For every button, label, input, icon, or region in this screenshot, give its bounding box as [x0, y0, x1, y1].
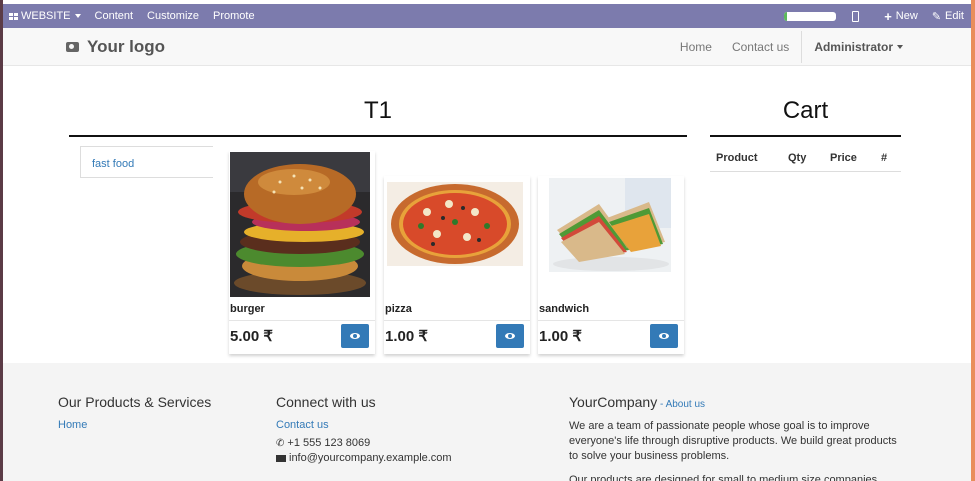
camera-icon	[66, 42, 79, 52]
view-product-button[interactable]	[496, 324, 524, 348]
footer-products-heading: Our Products & Services	[58, 394, 212, 410]
category-item[interactable]: fast food	[92, 158, 134, 170]
cart-col-price: Price	[830, 152, 857, 164]
product-divider	[538, 320, 684, 321]
apps-grid-icon	[9, 12, 18, 20]
footer-about-sep: -	[657, 399, 666, 410]
product-divider	[229, 320, 375, 321]
site-navbar: Your logo Home Contact us Administrator	[3, 28, 971, 66]
cart-table-header: Product Qty Price #	[710, 145, 901, 172]
footer-home-link[interactable]: Home	[58, 419, 211, 431]
pencil-icon: ✎	[931, 10, 942, 23]
product-divider	[384, 320, 530, 321]
shop-title-rule	[69, 135, 687, 137]
chevron-down-icon	[897, 45, 903, 49]
cart-col-actions: #	[881, 152, 888, 164]
website-menu[interactable]: WEBSITE	[3, 4, 88, 28]
footer-connect-heading: Connect with us	[276, 394, 376, 410]
nav-contact[interactable]: Contact us	[722, 28, 799, 66]
chevron-down-icon	[74, 14, 81, 18]
product-name[interactable]: burger	[230, 303, 265, 315]
pizza-image[interactable]	[387, 182, 523, 266]
eye-icon	[350, 333, 360, 339]
mobile-preview-icon[interactable]	[852, 10, 860, 22]
cart-title-rule	[710, 135, 901, 137]
site-logo[interactable]: Your logo	[66, 37, 165, 57]
category-list: fast food	[80, 146, 213, 178]
progress-bar	[784, 11, 837, 21]
burger-image[interactable]	[230, 152, 370, 297]
footer-about-link[interactable]: About us	[666, 399, 705, 410]
window-right-edge	[971, 0, 975, 481]
footer-email: info@yourcompany.example.com	[276, 452, 452, 464]
plus-icon: +	[884, 8, 892, 24]
new-button[interactable]: + New	[877, 4, 925, 28]
footer-email-text[interactable]: info@yourcompany.example.com	[289, 452, 452, 464]
shop-title: T1	[363, 97, 392, 124]
product-card-sandwich[interactable]: sandwich 1.00 ₹	[538, 176, 684, 354]
progress-fill	[784, 11, 787, 21]
product-name[interactable]: sandwich	[539, 303, 589, 315]
footer-company-heading: YourCompany - About us	[569, 394, 909, 410]
cart-col-qty: Qty	[788, 152, 807, 164]
promote-menu[interactable]: Promote	[206, 4, 262, 28]
footer-company-description-2: Our products are designed for small to m…	[569, 474, 878, 481]
eye-icon	[505, 333, 515, 339]
site-footer: Our Products & Services Home Connect wit…	[3, 363, 971, 481]
customize-menu[interactable]: Customize	[140, 4, 206, 28]
logo-text: Your logo	[87, 37, 166, 56]
view-product-button[interactable]	[341, 324, 369, 348]
user-menu-label: Administrator	[814, 40, 893, 54]
new-button-label: New	[895, 10, 918, 22]
footer-company-name: YourCompany	[569, 394, 658, 410]
sandwich-image[interactable]	[549, 178, 671, 272]
admin-topbar: WEBSITE Content Customize Promote + New …	[3, 4, 971, 28]
view-product-button[interactable]	[650, 324, 678, 348]
footer-connect-section: Connect with us Contact us ✆ +1 555 123 …	[276, 394, 452, 464]
footer-company-section: YourCompany - About us We are a team of …	[569, 394, 909, 481]
product-price: 1.00 ₹	[385, 328, 428, 345]
user-menu[interactable]: Administrator	[804, 28, 913, 66]
content-menu[interactable]: Content	[88, 4, 141, 28]
cart-title: Cart	[782, 97, 829, 124]
envelope-icon	[276, 454, 286, 462]
phone-icon: ✆	[276, 437, 285, 449]
product-card-pizza[interactable]: pizza 1.00 ₹	[384, 176, 530, 354]
product-price: 5.00 ₹	[230, 328, 273, 345]
nav-home[interactable]: Home	[670, 28, 722, 66]
nav-divider	[801, 31, 803, 63]
footer-products-section: Our Products & Services Home	[58, 394, 211, 431]
website-menu-label: WEBSITE	[21, 10, 71, 22]
footer-phone-text: +1 555 123 8069	[287, 437, 371, 449]
eye-icon	[659, 333, 669, 339]
footer-contact-link[interactable]: Contact us	[276, 419, 452, 431]
product-name[interactable]: pizza	[385, 303, 412, 315]
edit-button-label: Edit	[945, 10, 964, 22]
product-price: 1.00 ₹	[539, 328, 582, 345]
cart-col-product: Product	[716, 152, 758, 164]
edit-button[interactable]: ✎ Edit	[925, 4, 971, 28]
product-card-burger[interactable]: burger 5.00 ₹	[229, 151, 375, 354]
footer-company-description: We are a team of passionate people whose…	[569, 420, 897, 462]
footer-phone: ✆ +1 555 123 8069	[276, 437, 452, 449]
